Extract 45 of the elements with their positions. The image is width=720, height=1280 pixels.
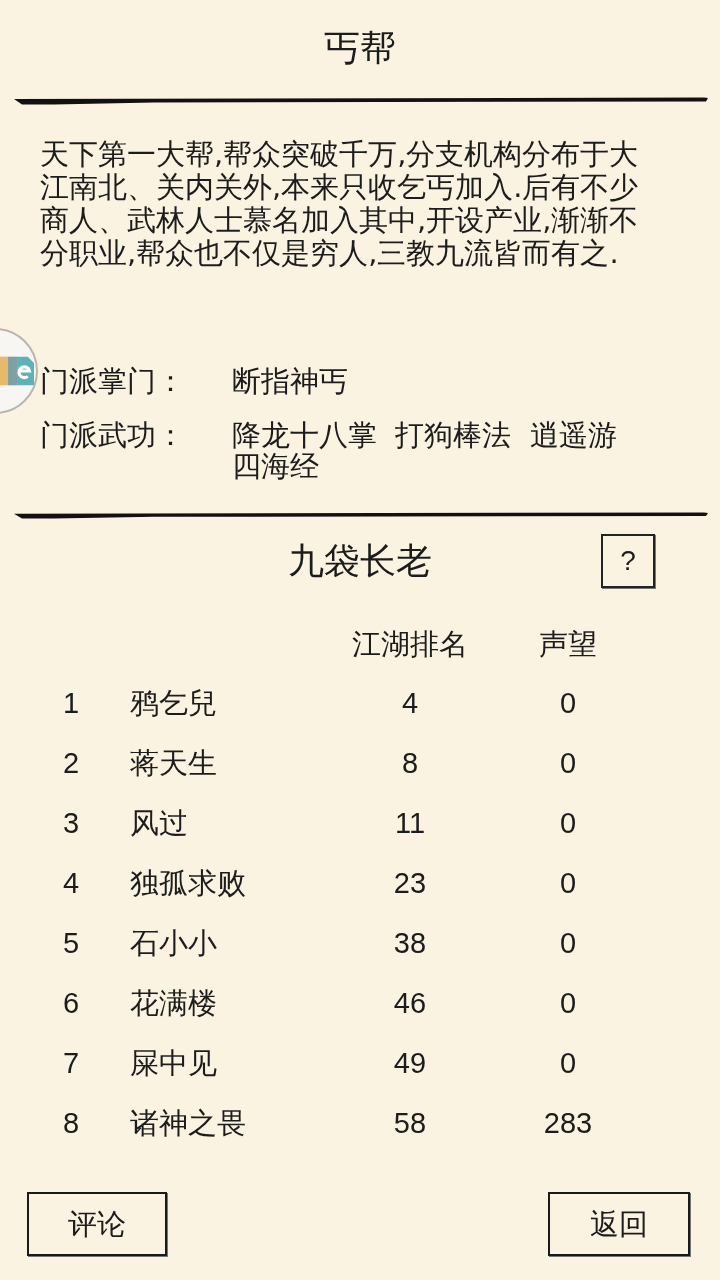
member-name: 屎中见	[130, 1046, 217, 1080]
ranking-cell: 49	[393, 1046, 427, 1080]
ranking-cell: 11	[394, 806, 426, 840]
ranking-cell: 46	[393, 986, 427, 1020]
prestige-cell: 0	[559, 746, 577, 780]
comment-button[interactable]: 评论	[27, 1192, 167, 1256]
back-button[interactable]: 返回	[548, 1192, 690, 1256]
row-number: 6	[62, 986, 80, 1020]
ranking-cell: 23	[393, 866, 427, 900]
ranking-cell: 38	[393, 926, 427, 960]
info-label: 门派武功：	[40, 420, 186, 454]
row-number: 3	[62, 806, 80, 840]
prestige-cell: 283	[543, 1106, 593, 1140]
prestige-cell: 0	[559, 926, 577, 960]
prestige-cell: 0	[559, 806, 577, 840]
prestige-cell: 0	[559, 866, 577, 900]
page-title: 丐帮	[324, 26, 396, 70]
app-logo-icon	[0, 354, 34, 388]
member-name: 独孤求败	[130, 866, 246, 900]
info-value: 断指神丐	[232, 366, 349, 397]
column-header: 声望	[539, 626, 597, 661]
help-button[interactable]: ?	[601, 534, 655, 588]
prestige-cell: 0	[559, 686, 577, 720]
ranking-cell: 58	[393, 1106, 427, 1140]
sect-description: 天下第一大帮,帮众突破千万,分支机构分布于大江南北、关内关外,本来只收乞丐加入.后有不少商人、武林人士慕名加入其中,开设产业,渐渐不分职业,帮众也不仅是穷人,三教九流皆而有之.	[40, 138, 640, 270]
member-name: 花满楼	[130, 986, 217, 1020]
row-number: 4	[62, 866, 80, 900]
member-name: 石小小	[130, 926, 217, 960]
prestige-cell: 0	[559, 1046, 577, 1080]
info-label: 门派掌门：	[40, 366, 186, 397]
row-number: 1	[62, 686, 80, 720]
info-value: 降龙十八掌 打狗棒法 逍遥游四海经	[232, 420, 618, 482]
member-name: 鸦乞兒	[130, 686, 217, 720]
row-number: 2	[62, 746, 80, 780]
prestige-cell: 0	[559, 986, 577, 1020]
member-name: 诸神之畏	[130, 1106, 246, 1140]
ranking-cell: 8	[401, 746, 419, 780]
member-name: 风过	[130, 806, 188, 840]
row-number: 5	[62, 926, 80, 960]
member-name: 蒋天生	[130, 746, 217, 780]
row-number: 8	[62, 1106, 80, 1140]
column-header: 江湖排名	[352, 626, 468, 661]
section-title: 九袋长老	[288, 539, 432, 583]
ranking-cell: 4	[401, 686, 419, 720]
row-number: 7	[62, 1046, 80, 1080]
